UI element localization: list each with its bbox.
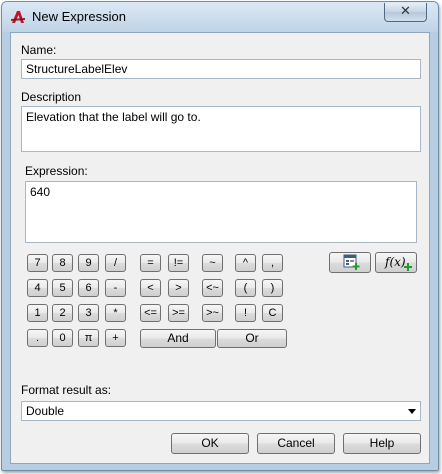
title-bar[interactable]: New Expression bbox=[2, 2, 438, 32]
help-button[interactable]: Help bbox=[343, 433, 421, 454]
key-4[interactable]: 4 bbox=[27, 279, 48, 297]
description-value: Elevation that the label will go to. bbox=[26, 110, 201, 124]
key-less-approx[interactable]: <~ bbox=[202, 279, 223, 297]
format-dropdown[interactable]: Double bbox=[21, 401, 421, 421]
window-title: New Expression bbox=[32, 9, 126, 24]
key-8[interactable]: 8 bbox=[52, 254, 73, 272]
key-greater-equal[interactable]: >= bbox=[168, 304, 189, 322]
format-selected-value: Double bbox=[26, 404, 65, 418]
expression-label: Expression: bbox=[25, 164, 88, 178]
description-input[interactable]: Elevation that the label will go to. bbox=[21, 106, 421, 152]
key-multiply[interactable]: * bbox=[105, 304, 126, 322]
key-5[interactable]: 5 bbox=[52, 279, 73, 297]
key-greater-than[interactable]: > bbox=[168, 279, 189, 297]
insert-function-icon: f(x) bbox=[385, 254, 406, 270]
key-plus[interactable]: + bbox=[105, 329, 126, 347]
key-clear[interactable]: C bbox=[262, 304, 283, 322]
key-6[interactable]: 6 bbox=[78, 279, 99, 297]
key-divide[interactable]: / bbox=[105, 254, 126, 272]
dialog-body: Name: StructureLabelElev Description Ele… bbox=[10, 32, 430, 464]
key-minus[interactable]: - bbox=[105, 279, 126, 297]
key-decimal[interactable]: . bbox=[27, 329, 48, 347]
key-greater-approx[interactable]: >~ bbox=[202, 304, 223, 322]
key-approx[interactable]: ~ bbox=[202, 254, 223, 272]
key-3[interactable]: 3 bbox=[78, 304, 99, 322]
ok-button[interactable]: OK bbox=[171, 433, 249, 454]
key-7[interactable]: 7 bbox=[27, 254, 48, 272]
key-power[interactable]: ^ bbox=[235, 254, 256, 272]
autocad-civil-icon bbox=[11, 11, 25, 23]
insert-property-icon bbox=[343, 254, 360, 270]
insert-property-button[interactable] bbox=[329, 252, 371, 273]
insert-function-button[interactable]: f(x) bbox=[375, 252, 417, 273]
or-button[interactable]: Or bbox=[217, 329, 287, 348]
key-close-paren[interactable]: ) bbox=[262, 279, 283, 297]
key-9[interactable]: 9 bbox=[78, 254, 99, 272]
name-input[interactable]: StructureLabelElev bbox=[21, 59, 421, 79]
key-equals[interactable]: = bbox=[140, 254, 161, 272]
name-value: StructureLabelElev bbox=[26, 62, 128, 76]
cancel-button[interactable]: Cancel bbox=[257, 433, 335, 454]
key-1[interactable]: 1 bbox=[27, 304, 48, 322]
key-not[interactable]: ! bbox=[235, 304, 256, 322]
key-not-equal[interactable]: != bbox=[168, 254, 189, 272]
description-label: Description bbox=[21, 90, 82, 104]
and-button[interactable]: And bbox=[140, 329, 216, 348]
key-pi[interactable]: π bbox=[78, 329, 99, 347]
format-label: Format result as: bbox=[21, 383, 112, 397]
expression-value: 640 bbox=[30, 185, 51, 199]
chevron-down-icon bbox=[408, 409, 416, 414]
close-icon: ✕ bbox=[400, 4, 411, 19]
key-2[interactable]: 2 bbox=[52, 304, 73, 322]
expression-input[interactable]: 640 bbox=[25, 181, 417, 243]
function-add-icon bbox=[404, 263, 412, 271]
key-less-than[interactable]: < bbox=[140, 279, 161, 297]
key-less-equal[interactable]: <= bbox=[140, 304, 161, 322]
key-open-paren[interactable]: ( bbox=[235, 279, 256, 297]
dialog-window: New Expression ✕ Name: StructureLabelEle… bbox=[1, 1, 439, 471]
name-label: Name: bbox=[21, 43, 57, 57]
close-button[interactable]: ✕ bbox=[384, 3, 427, 22]
key-0[interactable]: 0 bbox=[52, 329, 73, 347]
key-comma[interactable]: , bbox=[262, 254, 283, 272]
function-glyph: f(x) bbox=[385, 255, 406, 269]
